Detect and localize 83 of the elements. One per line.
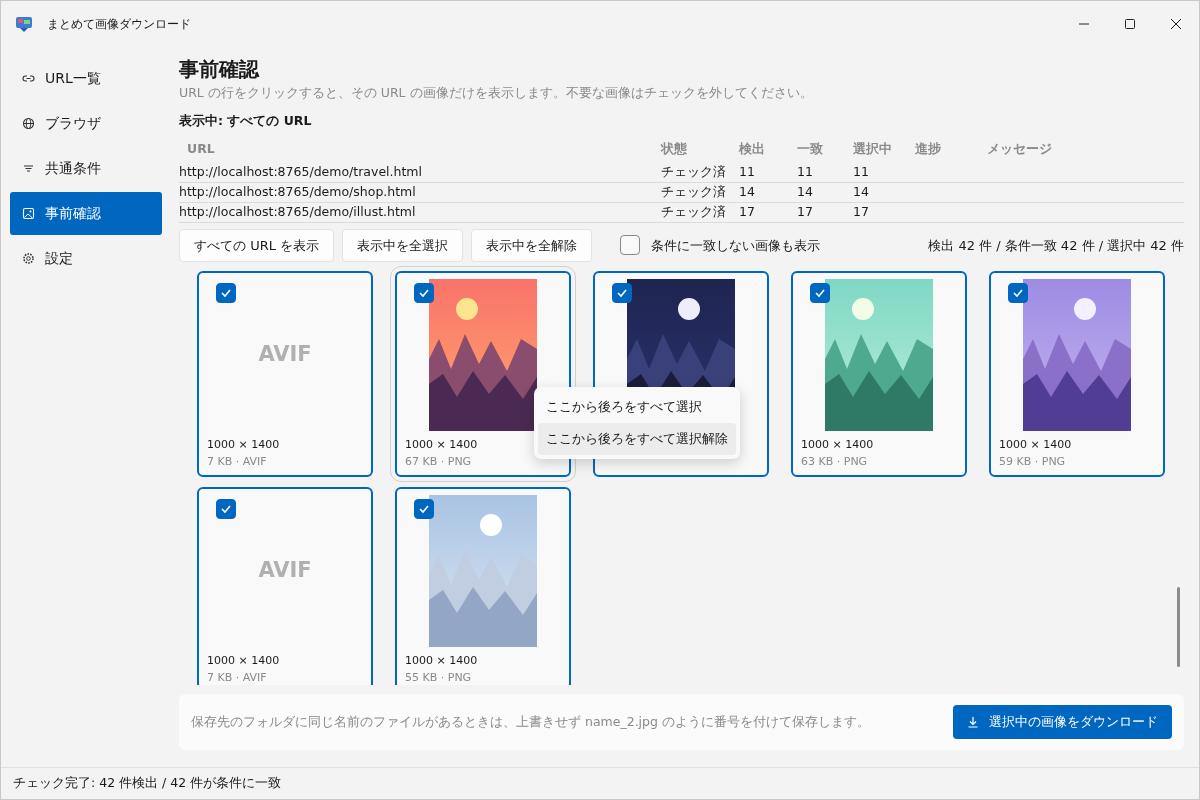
window-title: まとめて画像ダウンロード [47, 16, 191, 33]
image-icon [22, 207, 35, 220]
table-cell-text: チェック済 [661, 182, 727, 201]
dimensions-text: 1000 × 1400 [405, 437, 478, 453]
dimensions-text: 1000 × 1400 [999, 437, 1072, 453]
dimensions-text: 1000 × 1400 [801, 437, 874, 453]
image-card[interactable]: 1000 × 1400 63 KB · PNG [791, 271, 967, 477]
image-card[interactable]: AVIF 1000 × 1400 7 KB · AVIF [197, 271, 373, 477]
table-cell-text: 14 [853, 182, 870, 201]
check-icon [220, 503, 232, 515]
sidebar-item[interactable]: URL一覧 [10, 57, 162, 100]
menu-item[interactable]: ここから後ろをすべて選択解除 [538, 423, 736, 455]
checkbox[interactable] [619, 235, 640, 256]
sidebar-item[interactable]: 事前確認 [10, 192, 162, 235]
dimensions-text: 1000 × 1400 [207, 653, 280, 669]
file-info-text: 63 KB · PNG [801, 453, 868, 470]
summary-text: 検出 42 件 / 条件一致 42 件 / 選択中 42 件 [928, 236, 1184, 255]
checkbox[interactable] [414, 499, 434, 519]
table-cell-text: 11 [853, 162, 870, 181]
file-info-text: 59 KB · PNG [999, 453, 1066, 470]
file-info-text: 7 KB · AVIF [207, 669, 267, 685]
table-cell-text: チェック済 [661, 162, 727, 181]
column-header: 進捗 [915, 140, 942, 159]
column-header: 選択中 [853, 140, 893, 159]
table-cell-text: http://localhost:8765/demo/travel.html [179, 162, 423, 181]
info-note: 保存先のフォルダに同じ名前のファイルがあるときは、上書きせず name_2.jpg のように番号を付けて保存します。 [191, 712, 870, 731]
sidebar-item[interactable]: 共通条件 [10, 147, 162, 190]
globe-icon [22, 117, 35, 130]
column-header: 状態 [661, 140, 688, 159]
sidebar-item[interactable]: 設定 [10, 237, 162, 280]
table-cell-text: http://localhost:8765/demo/illust.html [179, 202, 417, 221]
table-cell-text: http://localhost:8765/demo/shop.html [179, 182, 417, 201]
check-icon [1012, 287, 1024, 299]
checkbox[interactable] [216, 499, 236, 519]
download-button[interactable]: 選択中の画像をダウンロード [953, 705, 1172, 739]
table-cell-text: 17 [797, 202, 814, 221]
page-description: URL の行をクリックすると、その URL の画像だけを表示します。不要な画像はチェックを外してください。 [179, 84, 814, 102]
dimensions-text: 1000 × 1400 [207, 437, 280, 453]
checkbox[interactable] [216, 283, 236, 303]
page-title: 事前確認 [179, 57, 261, 81]
file-info-text: 67 KB · PNG [405, 453, 472, 470]
check-icon [814, 287, 826, 299]
dimensions-text: 1000 × 1400 [405, 653, 478, 669]
check-icon [418, 503, 430, 515]
maximize-icon[interactable] [1124, 18, 1136, 30]
image-card[interactable]: 1000 × 1400 59 KB · PNG [989, 271, 1165, 477]
link-icon [22, 72, 35, 85]
close-icon[interactable] [1170, 18, 1182, 30]
file-info-text: 55 KB · PNG [405, 669, 472, 685]
check-icon [616, 287, 628, 299]
toolbar-button[interactable]: 表示中を全選択 [342, 228, 464, 262]
table-cell-text: 11 [739, 162, 756, 181]
format-label: AVIF [258, 341, 312, 369]
check-icon [418, 287, 430, 299]
table-cell-text: 14 [739, 182, 756, 201]
file-info-text: 7 KB · AVIF [207, 453, 267, 470]
toolbar-button[interactable]: 表示中を全解除 [471, 228, 593, 262]
table-cell-text: 17 [739, 202, 756, 221]
checkbox-label[interactable]: 条件に一致しない画像も表示 [650, 235, 820, 255]
image-card[interactable]: 1000 × 1400 55 KB · PNG [395, 487, 571, 685]
column-header: URL [186, 140, 216, 159]
checkbox[interactable] [1008, 283, 1028, 303]
image-card[interactable]: AVIF 1000 × 1400 7 KB · AVIF [197, 487, 373, 685]
format-label: AVIF [258, 557, 312, 585]
check-icon [220, 287, 232, 299]
app-logo-icon [15, 15, 33, 33]
table-cell-text: 17 [853, 202, 870, 221]
download-icon [967, 716, 979, 728]
sidebar-item[interactable]: ブラウザ [10, 102, 162, 145]
scrollbar-thumb[interactable] [1177, 587, 1180, 667]
checkbox[interactable] [810, 283, 830, 303]
settings-icon [22, 252, 35, 265]
column-header: メッセージ [987, 140, 1053, 159]
filter-label: 表示中: すべての URL [179, 111, 313, 130]
table-cell-text: 14 [797, 182, 814, 201]
checkbox[interactable] [414, 283, 434, 303]
column-header: 一致 [797, 140, 824, 159]
toolbar-button[interactable]: すべての URL を表示 [179, 228, 335, 262]
column-header: 検出 [739, 140, 766, 159]
filter-icon [22, 162, 35, 175]
table-cell-text: 11 [797, 162, 814, 181]
checkbox[interactable] [612, 283, 632, 303]
table-cell-text: チェック済 [661, 202, 727, 221]
